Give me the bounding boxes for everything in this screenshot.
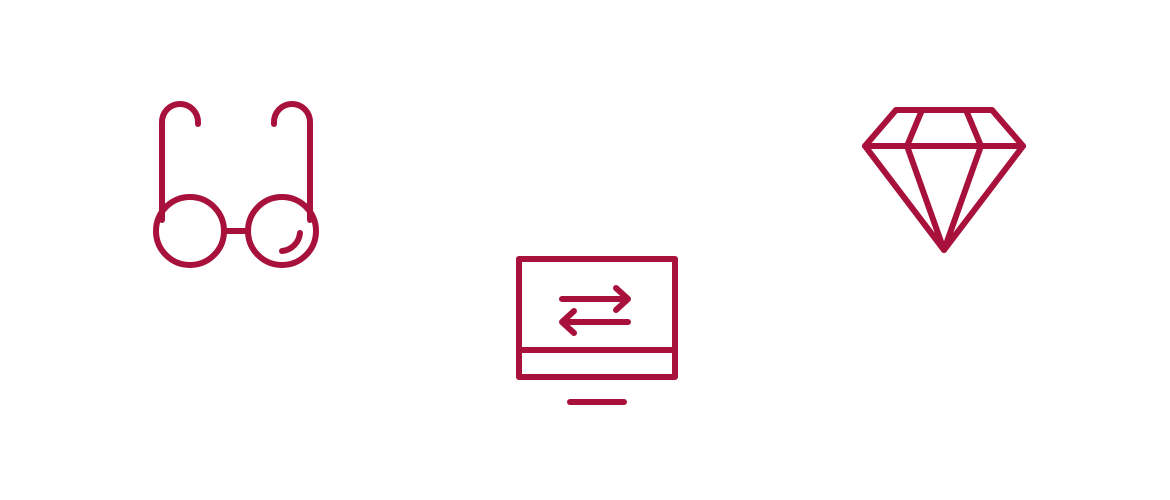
diamond-crown-facets xyxy=(904,107,984,149)
monitor-transfer-icon xyxy=(512,252,682,410)
monitor-graphic xyxy=(516,256,678,405)
arrow-right-icon xyxy=(559,285,631,313)
eyeglasses-icon xyxy=(150,98,322,272)
glasses-left-lens xyxy=(153,194,227,268)
diamond-icon xyxy=(858,104,1030,256)
eyeglasses-graphic xyxy=(153,101,319,268)
arrow-left-icon xyxy=(559,308,631,336)
diamond-pavilion-facets xyxy=(904,143,984,253)
glasses-right-lens xyxy=(245,194,319,268)
diamond-outline xyxy=(862,107,1026,253)
icon-canvas xyxy=(0,0,1170,500)
glasses-glare xyxy=(279,230,303,254)
monitor-screen-frame xyxy=(516,256,678,380)
diamond-graphic xyxy=(862,107,1026,253)
